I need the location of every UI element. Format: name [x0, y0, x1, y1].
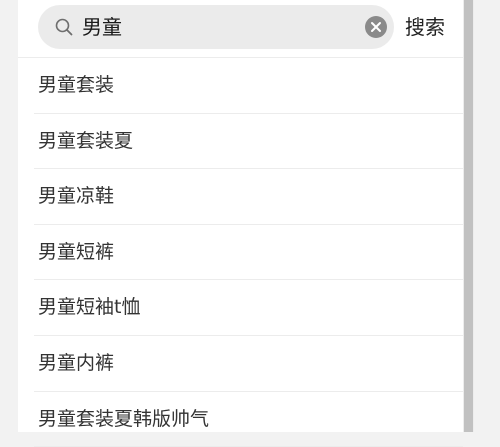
list-item[interactable]: 男童内裤 — [0, 336, 463, 392]
scrollbar-thumb[interactable] — [464, 0, 473, 432]
list-item[interactable]: 男童凉鞋 — [0, 169, 463, 225]
clear-icon[interactable] — [364, 15, 388, 39]
search-button[interactable]: 搜索 — [402, 5, 448, 49]
list-item[interactable]: 男童套装夏 — [0, 114, 463, 170]
suggestion-list: 男童套装 男童套装夏 男童凉鞋 男童短裤 男童短袖t恤 男童内裤 男童套装夏韩版… — [0, 58, 463, 447]
list-item[interactable]: 男童套装 — [0, 58, 463, 114]
search-input[interactable]: 男童 — [82, 5, 122, 49]
search-icon — [55, 18, 73, 36]
suggestion-label: 男童套装夏韩版帅气 — [38, 407, 210, 430]
suggestion-label: 男童凉鞋 — [38, 185, 115, 208]
suggestion-label: 男童短袖t恤 — [38, 296, 141, 319]
list-item[interactable]: 男童短袖t恤 — [0, 280, 463, 336]
search-field[interactable]: 男童 — [38, 5, 394, 49]
list-item[interactable]: 男童套装夏韩版帅气 — [0, 392, 463, 447]
suggestion-label: 男童套装夏 — [38, 129, 134, 152]
suggestion-label: 男童套装 — [38, 74, 115, 96]
scrollbar[interactable] — [463, 0, 474, 432]
list-item[interactable]: 男童短裤 — [0, 225, 463, 281]
suggestion-label: 男童内裤 — [38, 351, 115, 374]
suggestion-label: 男童短裤 — [38, 240, 115, 263]
